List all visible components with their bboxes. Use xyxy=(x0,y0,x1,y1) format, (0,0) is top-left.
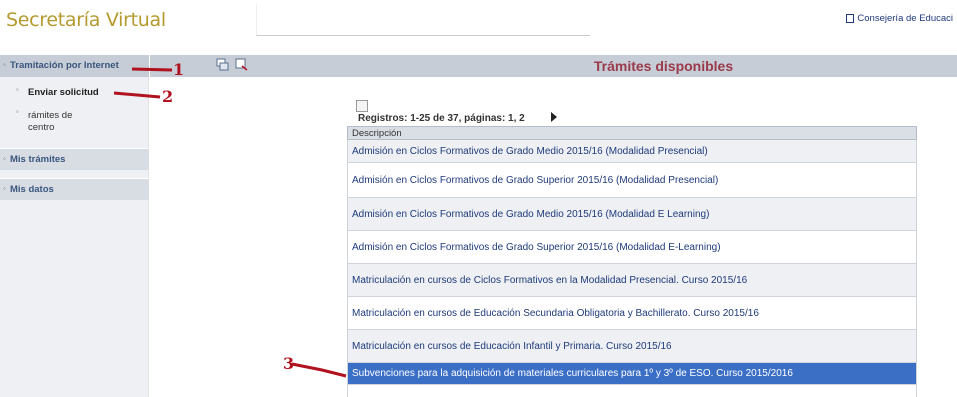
table-row[interactable]: Admisión en Ciclos Formativos de Grado M… xyxy=(347,197,917,231)
records-info: Registros: 1-25 de 37, páginas: 1, 2 xyxy=(358,113,525,124)
sidebar-item-label: Tramitación por Internet xyxy=(10,60,119,71)
sidebar-item-tramitacion[interactable]: ◦ Tramitación por Internet xyxy=(0,55,149,77)
sidebar-item-label: Mis trámites xyxy=(10,154,66,165)
table-row[interactable]: Admisión en Ciclos Formativos de Grado S… xyxy=(347,230,917,264)
sidebar-item-mis-datos[interactable]: ◦ Mis datos xyxy=(0,178,149,200)
table-row[interactable]: Matriculación en cursos de Educación Inf… xyxy=(347,329,917,363)
table-row[interactable]: Admisión en Ciclos Formativos de Grado M… xyxy=(347,139,917,163)
page-icon xyxy=(356,100,368,112)
annotation-marker-1: 1 xyxy=(173,60,185,79)
page-title: Trámites disponibles xyxy=(593,58,734,74)
bullet-icon: ◦ xyxy=(3,154,6,163)
table-row xyxy=(347,384,917,397)
sidebar-item-label: Mis datos xyxy=(10,184,54,195)
table-row[interactable]: Matriculación en cursos de Educación Sec… xyxy=(347,296,917,330)
column-header-descripcion: Descripción xyxy=(347,126,917,140)
bullet-icon: ◦ xyxy=(3,184,6,193)
brand-title[interactable]: Secretaría Virtual xyxy=(6,9,166,31)
bullet-icon: ◦ xyxy=(16,85,19,94)
annotation-marker-2: 2 xyxy=(162,87,174,106)
table-row[interactable]: Matriculación en cursos de Ciclos Format… xyxy=(347,263,917,297)
title-bar: Trámites disponibles xyxy=(150,55,957,77)
table-row[interactable]: Admisión en Ciclos Formativos de Grado S… xyxy=(347,162,917,198)
sidebar: ◦ Tramitación por Internet ◦ Enviar soli… xyxy=(0,55,149,397)
header: Secretaría Virtual Consejería de Educaci xyxy=(0,0,957,48)
bullet-icon: ◦ xyxy=(16,107,19,116)
consejeria-link[interactable]: Consejería de Educaci xyxy=(846,13,953,24)
sidebar-subitem-tramites-centro[interactable]: rámites de centro xyxy=(28,110,98,134)
table-row-selected[interactable]: Subvenciones para la adquisición de mate… xyxy=(347,362,917,385)
annotation-arrow-3 xyxy=(291,362,347,378)
consejeria-label: Consejería de Educaci xyxy=(857,13,953,24)
sidebar-subitem-enviar-solicitud[interactable]: Enviar solicitud xyxy=(28,87,99,98)
tramites-table: Descripción Admisión en Ciclos Formativo… xyxy=(347,126,917,397)
sidebar-item-mis-tramites[interactable]: ◦ Mis trámites xyxy=(0,148,149,170)
annotation-marker-3: 3 xyxy=(283,354,295,373)
header-banner xyxy=(256,4,590,36)
bullet-icon: ◦ xyxy=(3,60,6,69)
next-page-icon[interactable] xyxy=(551,112,557,122)
document-icon xyxy=(846,14,855,23)
